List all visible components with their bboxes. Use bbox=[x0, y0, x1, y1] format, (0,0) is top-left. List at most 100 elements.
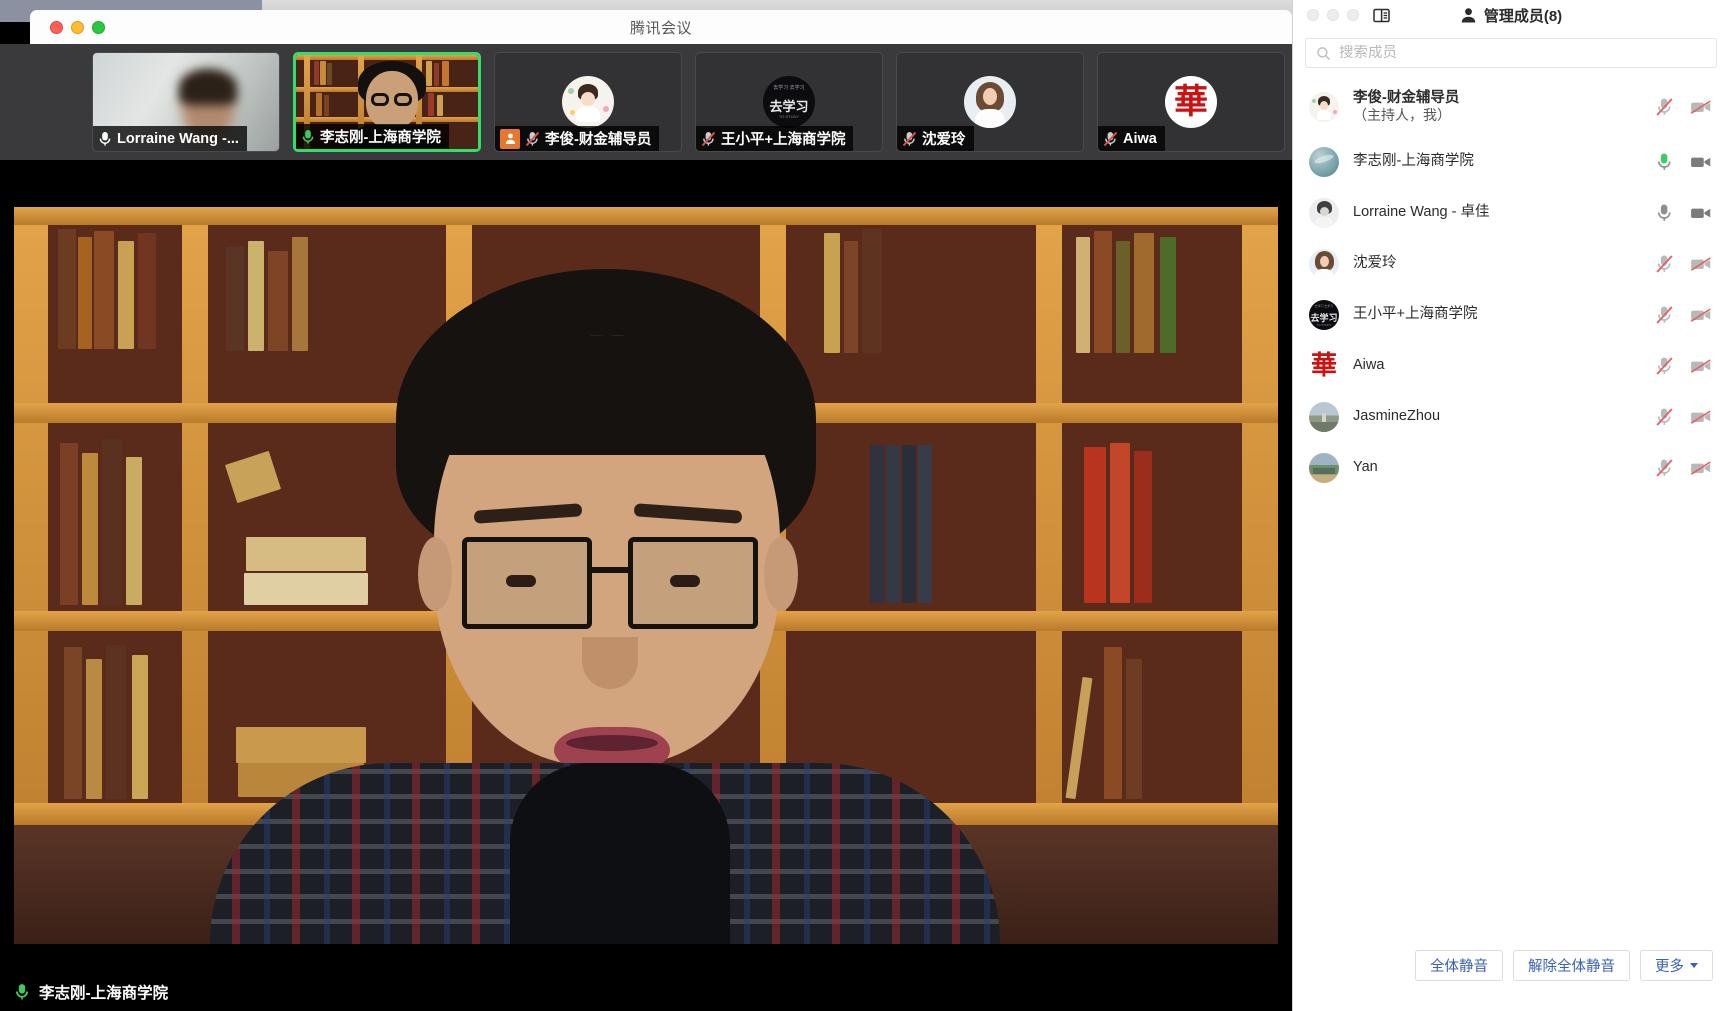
microphone-muted-icon[interactable] bbox=[1655, 254, 1674, 274]
participant-controls[interactable] bbox=[1655, 356, 1716, 376]
window-title: 腾讯会议 bbox=[30, 17, 1292, 38]
avatar: 華 bbox=[1165, 76, 1217, 128]
avatar: 華 bbox=[1309, 351, 1339, 381]
microphone-active-icon bbox=[14, 983, 30, 1001]
participant-name-group: Yan bbox=[1353, 458, 1655, 476]
camera-muted-icon[interactable] bbox=[1690, 98, 1712, 116]
microphone-muted-icon[interactable] bbox=[1655, 407, 1674, 427]
avatar bbox=[1309, 402, 1339, 432]
camera-muted-icon[interactable] bbox=[1690, 357, 1712, 375]
camera-muted-icon[interactable] bbox=[1690, 255, 1712, 273]
thumbnail-name: 沈爱玲 bbox=[922, 128, 966, 149]
minimize-button[interactable] bbox=[71, 21, 84, 34]
close-button[interactable] bbox=[50, 21, 63, 34]
more-button[interactable]: 更多 bbox=[1640, 950, 1713, 981]
thumbnail-name: 李俊-财金辅导员 bbox=[545, 128, 651, 149]
participant-name: Lorraine Wang - 卓佳 bbox=[1353, 203, 1655, 221]
panel-title-text: 管理成员(8) bbox=[1484, 5, 1562, 26]
list-item[interactable]: Yan bbox=[1293, 442, 1729, 493]
avatar bbox=[1309, 453, 1339, 483]
participant-controls[interactable] bbox=[1655, 203, 1716, 223]
main-video-stage[interactable]: 李志刚-上海商学院 bbox=[0, 160, 1292, 1011]
search-box[interactable] bbox=[1305, 38, 1717, 68]
avatar bbox=[964, 76, 1016, 128]
list-item[interactable]: 李志刚-上海商学院 bbox=[1293, 136, 1729, 187]
microphone-muted-icon bbox=[701, 131, 716, 147]
thumbnail-name: Lorraine Wang -... bbox=[117, 131, 239, 147]
participant-controls[interactable] bbox=[1655, 458, 1716, 478]
active-speaker-name: 李志刚-上海商学院 bbox=[39, 981, 168, 1003]
participant-name: 李志刚-上海商学院 bbox=[1353, 152, 1655, 170]
camera-muted-icon[interactable] bbox=[1690, 459, 1712, 477]
thumbnail-name: Aiwa bbox=[1123, 131, 1157, 147]
participant-controls[interactable] bbox=[1655, 407, 1716, 427]
participant-name-group: 李俊-财金辅导员 （主持人，我） bbox=[1353, 89, 1655, 125]
host-badge-icon bbox=[500, 129, 520, 149]
camera-muted-icon[interactable] bbox=[1690, 408, 1712, 426]
microphone-icon bbox=[98, 131, 112, 147]
participant-controls[interactable] bbox=[1655, 97, 1716, 117]
thumbnail-participant-active[interactable]: 李志刚-上海商学院 bbox=[293, 52, 481, 152]
microphone-on-icon[interactable] bbox=[1655, 203, 1674, 223]
list-item[interactable]: JasmineZhou bbox=[1293, 391, 1729, 442]
avatar bbox=[1309, 198, 1339, 228]
unmute-all-button[interactable]: 解除全体静音 bbox=[1513, 950, 1630, 981]
list-item[interactable]: 華 Aiwa bbox=[1293, 340, 1729, 391]
chevron-down-icon bbox=[1690, 963, 1698, 968]
more-button-label: 更多 bbox=[1655, 955, 1684, 976]
search-area bbox=[1293, 30, 1729, 78]
microphone-muted-icon bbox=[525, 131, 540, 147]
participant-name-group: 王小平+上海商学院 bbox=[1353, 305, 1655, 323]
participant-name: 王小平+上海商学院 bbox=[1353, 305, 1655, 323]
microphone-muted-icon[interactable] bbox=[1655, 97, 1674, 117]
participant-name: JasmineZhou bbox=[1353, 407, 1655, 425]
microphone-muted-icon[interactable] bbox=[1655, 305, 1674, 325]
window-titlebar[interactable]: 腾讯会议 bbox=[30, 10, 1292, 44]
participant-name-group: 沈爱玲 bbox=[1353, 254, 1655, 272]
panel-title-group: 管理成员(8) bbox=[1293, 5, 1729, 26]
thumbnail-label-bar: 李俊-财金辅导员 bbox=[495, 126, 659, 151]
avatar bbox=[1309, 92, 1339, 122]
camera-on-icon[interactable] bbox=[1690, 153, 1712, 171]
camera-on-icon[interactable] bbox=[1690, 204, 1712, 222]
thumbnail-participant[interactable]: 華 Aiwa bbox=[1097, 52, 1285, 152]
participants-panel: 管理成员(8) bbox=[1292, 0, 1729, 1011]
thumbnail-participant[interactable]: Lorraine Wang -... bbox=[92, 52, 280, 152]
participant-role: （主持人，我） bbox=[1353, 107, 1655, 125]
participant-controls[interactable] bbox=[1655, 305, 1716, 325]
microphone-muted-icon[interactable] bbox=[1655, 458, 1674, 478]
participant-name: 沈爱玲 bbox=[1353, 254, 1655, 272]
participant-controls[interactable] bbox=[1655, 152, 1716, 172]
participant-name-group: 李志刚-上海商学院 bbox=[1353, 152, 1655, 170]
avatar: 去学习 去学习 去学习 TO STUDY bbox=[763, 76, 815, 128]
list-item[interactable]: 去学习 去学习 去学习 TO STUDY 王小平+上海商学院 bbox=[1293, 289, 1729, 340]
traffic-lights[interactable] bbox=[50, 21, 105, 34]
maximize-button[interactable] bbox=[92, 21, 105, 34]
panel-header: 管理成员(8) bbox=[1293, 0, 1729, 30]
search-input[interactable] bbox=[1339, 45, 1706, 61]
microphone-muted-icon[interactable] bbox=[1655, 356, 1674, 376]
avatar bbox=[1309, 147, 1339, 177]
microphone-active-icon[interactable] bbox=[1655, 152, 1674, 172]
list-item[interactable]: 沈爱玲 bbox=[1293, 238, 1729, 289]
thumbnail-participant[interactable]: 沈爱玲 bbox=[896, 52, 1084, 152]
avatar bbox=[1309, 249, 1339, 279]
thumbnail-participant[interactable]: 去学习 去学习 去学习 TO STUDY 王小平+上海商学院 bbox=[695, 52, 883, 152]
thumbnail-participant[interactable]: 李俊-财金辅导员 bbox=[494, 52, 682, 152]
list-item[interactable]: 李俊-财金辅导员 （主持人，我） bbox=[1293, 78, 1729, 136]
microphone-muted-icon bbox=[902, 131, 917, 147]
thumbnail-filmstrip[interactable]: Lorraine Wang -... bbox=[0, 44, 1292, 160]
camera-muted-icon[interactable] bbox=[1690, 306, 1712, 324]
participant-name: 李俊-财金辅导员 bbox=[1353, 89, 1655, 107]
active-speaker-video bbox=[14, 207, 1278, 944]
list-item[interactable]: Lorraine Wang - 卓佳 bbox=[1293, 187, 1729, 238]
participant-name: Aiwa bbox=[1353, 356, 1655, 374]
participants-list[interactable]: 李俊-财金辅导员 （主持人，我） bbox=[1293, 78, 1729, 933]
participant-name: Yan bbox=[1353, 458, 1655, 476]
participant-name-group: Aiwa bbox=[1353, 356, 1655, 374]
avatar: 去学习 去学习 去学习 TO STUDY bbox=[1309, 300, 1339, 330]
participant-controls[interactable] bbox=[1655, 254, 1716, 274]
mute-all-button[interactable]: 全体静音 bbox=[1415, 950, 1503, 981]
thumbnail-label-bar: Lorraine Wang -... bbox=[93, 126, 247, 151]
participant-name-group: JasmineZhou bbox=[1353, 407, 1655, 425]
